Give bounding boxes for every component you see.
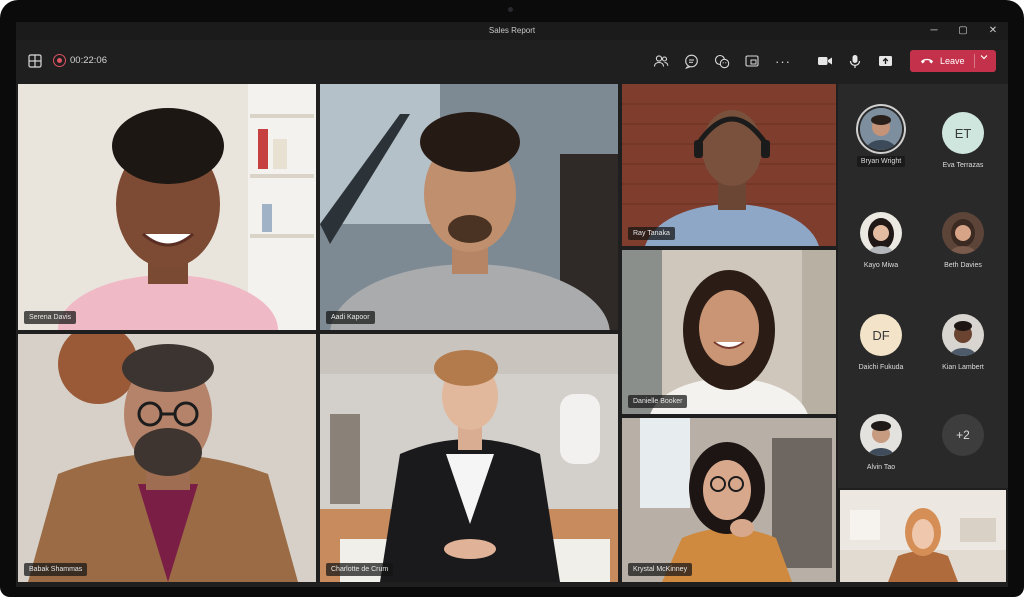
avatar: [860, 212, 902, 254]
participant-video: [840, 490, 1006, 582]
video-tile[interactable]: Ray Tanaka: [622, 84, 836, 246]
participant-name: Serena Davis: [24, 311, 77, 324]
participant-name: Charlotte de Crum: [326, 563, 394, 576]
participant-name: Eva Terrazas: [942, 162, 984, 169]
participant-item[interactable]: Kayo Miwa: [846, 212, 916, 269]
avatar: [942, 212, 984, 254]
avatar: [942, 314, 984, 356]
meeting-toolbar: 00:22:06 ··· Leave: [16, 40, 1008, 82]
avatar: ET: [942, 112, 984, 154]
maximize-button[interactable]: ▢: [956, 24, 970, 38]
meeting-timer: 00:22:06: [70, 55, 107, 66]
camera-icon[interactable]: [814, 50, 836, 72]
share-icon[interactable]: [874, 50, 896, 72]
recording-icon: [53, 54, 66, 67]
more-participants-count: +2: [942, 414, 984, 456]
participant-video: [18, 84, 316, 330]
laptop-frame: Sales Report ─ ▢ ✕ 00:22:06 ··· Leave Se…: [0, 0, 1024, 597]
phone-hangup-icon: [920, 56, 934, 67]
reactions-icon[interactable]: [711, 50, 733, 72]
self-view-tile[interactable]: [840, 490, 1006, 582]
participant-name: Beth Davies: [944, 262, 982, 269]
title-bar: Sales Report ─ ▢ ✕: [16, 22, 1008, 40]
participant-item[interactable]: ET Eva Terrazas: [928, 112, 998, 169]
video-tile[interactable]: Serena Davis: [18, 84, 316, 330]
participant-video: [622, 250, 836, 414]
participant-name: Ray Tanaka: [628, 227, 675, 240]
participant-name: Danielle Booker: [628, 395, 688, 408]
participant-name: Alvin Tao: [866, 464, 896, 471]
video-tile[interactable]: Babak Shammas: [18, 334, 316, 582]
participant-video: [18, 334, 316, 582]
leave-divider: [974, 54, 975, 68]
video-tile[interactable]: Aadi Kapoor: [320, 84, 618, 330]
meeting-window: Sales Report ─ ▢ ✕ 00:22:06 ··· Leave Se…: [16, 22, 1008, 587]
minimize-button[interactable]: ─: [927, 24, 941, 38]
people-icon[interactable]: [650, 50, 672, 72]
participant-item[interactable]: DF Daichi Fukuda: [846, 314, 916, 371]
participant-video: [622, 84, 836, 246]
close-button[interactable]: ✕: [986, 24, 1000, 38]
participant-item[interactable]: Kian Lambert: [928, 314, 998, 371]
participant-item[interactable]: Beth Davies: [928, 212, 998, 269]
avatar: [860, 414, 902, 456]
leave-button[interactable]: Leave: [910, 50, 996, 72]
participant-name: Bryan Wright: [856, 156, 906, 167]
rooms-icon[interactable]: [741, 50, 763, 72]
participant-video: [320, 334, 618, 582]
video-tile[interactable]: Krystal McKinney: [622, 418, 836, 582]
participant-video: [320, 84, 618, 330]
mic-icon[interactable]: [844, 50, 866, 72]
participant-name: Babak Shammas: [24, 563, 88, 576]
participant-name: Kian Lambert: [942, 364, 984, 371]
more-participants-button[interactable]: +2: [928, 414, 998, 456]
grid-view-icon[interactable]: [24, 50, 46, 72]
participant-item[interactable]: Bryan Wright: [846, 108, 916, 168]
participant-name: Aadi Kapoor: [326, 311, 375, 324]
chat-icon[interactable]: [680, 50, 702, 72]
participant-video: [622, 418, 836, 582]
participants-panel: Bryan Wright ET Eva Terrazas Kayo Miwa B…: [838, 84, 1008, 488]
participant-name: Krystal McKinney: [628, 563, 693, 576]
more-icon[interactable]: ···: [772, 50, 794, 72]
video-tile[interactable]: Danielle Booker: [622, 250, 836, 414]
participant-name: Kayo Miwa: [863, 262, 899, 269]
avatar: DF: [860, 314, 902, 356]
leave-label: Leave: [940, 56, 965, 66]
avatar: [860, 108, 902, 150]
webcam-dot: [508, 7, 513, 12]
video-tile[interactable]: Charlotte de Crum: [320, 334, 618, 582]
chevron-down-icon[interactable]: [980, 53, 988, 63]
participant-item[interactable]: Alvin Tao: [846, 414, 916, 471]
window-title: Sales Report: [488, 26, 536, 35]
participant-name: Daichi Fukuda: [858, 364, 904, 371]
